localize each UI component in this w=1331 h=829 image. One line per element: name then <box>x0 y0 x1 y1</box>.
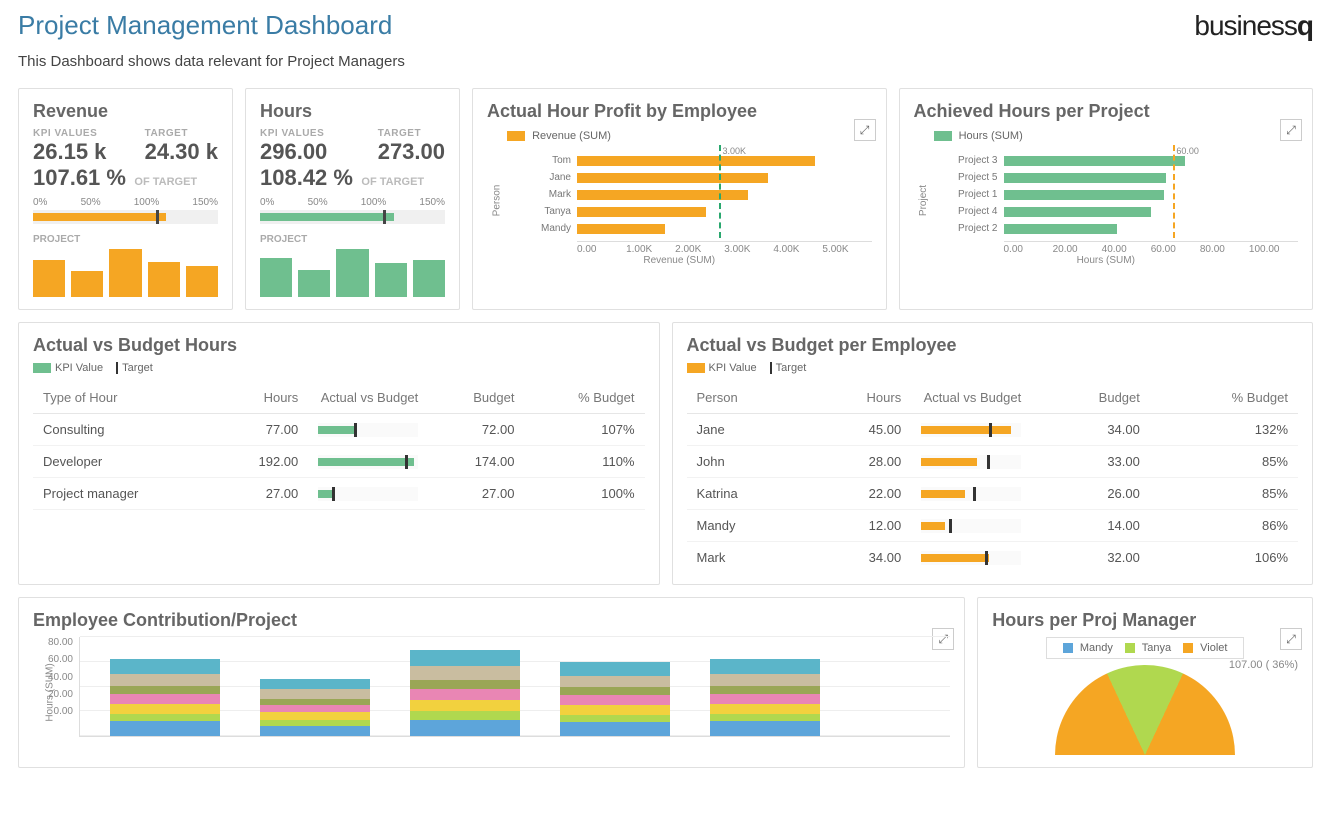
target-label: TARGET <box>378 128 445 139</box>
stacked-bar-chart: Hours (SUM) 0.0020.0040.0060.0080.00 <box>33 637 950 737</box>
kpi-revenue-percent: 107.61 % <box>33 165 126 191</box>
bar-row: Tanya <box>527 203 862 220</box>
chart-title: Employee Contribution/Project <box>33 610 950 631</box>
legend-swatch <box>687 363 705 373</box>
achieved-hours-card: Achieved Hours per Project ⤢ Hours (SUM)… <box>899 88 1314 310</box>
legend-swatch <box>934 131 952 141</box>
stack-column <box>410 650 520 736</box>
table-legend: KPI Value Target <box>687 362 1299 374</box>
of-target-label: OF TARGET <box>361 176 424 188</box>
pie-graphic <box>1055 665 1235 755</box>
bar-row: Mandy <box>527 220 862 237</box>
stack-column <box>260 679 370 737</box>
of-target-label: OF TARGET <box>134 176 197 188</box>
table-row: Mark34.0032.00106% <box>687 542 1299 573</box>
stack-column <box>110 659 220 737</box>
sparkline-label: PROJECT <box>33 234 218 245</box>
legend-target-mark <box>116 362 118 374</box>
table-row: Project manager27.0027.00100% <box>33 478 645 510</box>
table-title: Actual vs Budget per Employee <box>687 335 1299 356</box>
legend-target-mark <box>770 362 772 374</box>
target-label: TARGET <box>145 128 218 139</box>
table-legend: KPI Value Target <box>33 362 645 374</box>
sparkline-label: PROJECT <box>260 234 445 245</box>
stack-column <box>710 659 820 737</box>
x-axis: 0.001.00K2.00K3.00K4.00K5.00K <box>577 241 872 255</box>
bar-row: Jane <box>527 169 862 186</box>
avb-emp-table: PersonHoursActual vs BudgetBudget% Budge… <box>687 382 1299 572</box>
bullet-fill <box>260 213 394 221</box>
expand-icon[interactable]: ⤢ <box>1280 119 1302 141</box>
page-title: Project Management Dashboard <box>18 10 405 41</box>
chart-legend: Revenue (SUM) <box>507 130 872 142</box>
kpi-revenue-card: Revenue KPI VALUES 26.15 k TARGET 24.30 … <box>18 88 233 310</box>
kpi-hours-value: 296.00 <box>260 139 327 165</box>
hours-per-manager-card: Hours per Proj Manager ⤢ Mandy Tanya Vio… <box>977 597 1313 768</box>
kpi-revenue-target: 24.30 k <box>145 139 218 165</box>
pie-legend: Mandy Tanya Violet <box>1046 637 1245 659</box>
x-axis: 0.0020.0040.0060.0080.00100.00 <box>1004 241 1299 255</box>
expand-icon[interactable]: ⤢ <box>854 119 876 141</box>
bar-row: Mark <box>527 186 862 203</box>
chart-legend: Hours (SUM) <box>934 130 1299 142</box>
y-axis: 0.0020.0040.0060.0080.00 <box>33 637 73 717</box>
y-axis-label: Project <box>918 184 929 215</box>
x-axis-label: Hours (SUM) <box>914 255 1299 266</box>
actual-vs-budget-hours-card: Actual vs Budget Hours KPI Value Target … <box>18 322 660 585</box>
revenue-bullet-chart <box>33 210 218 224</box>
page-subtitle: This Dashboard shows data relevant for P… <box>18 53 405 70</box>
kpi-hours-title: Hours <box>260 101 445 122</box>
legend-swatch <box>507 131 525 141</box>
table-title: Actual vs Budget Hours <box>33 335 645 356</box>
kpi-hours-target: 273.00 <box>378 139 445 165</box>
profit-barchart: Person TomJaneMarkTanyaMandy3.00K <box>487 148 872 241</box>
logo: businessq <box>1194 10 1313 42</box>
achieved-barchart: Project Project 3Project 5Project 1Proje… <box>914 148 1299 241</box>
bullet-ticks: 0%50%100%150% <box>33 197 218 208</box>
table-row: Consulting77.0072.00107% <box>33 414 645 446</box>
chart-title: Actual Hour Profit by Employee <box>487 101 872 122</box>
kpi-hours-card: Hours KPI VALUES 296.00 TARGET 273.00 10… <box>245 88 460 310</box>
bar-row: Project 4 <box>954 203 1289 220</box>
kpi-revenue-title: Revenue <box>33 101 218 122</box>
table-row: Jane45.0034.00132% <box>687 414 1299 446</box>
bullet-target-mark <box>383 210 386 224</box>
chart-title: Achieved Hours per Project <box>914 101 1299 122</box>
revenue-sparkline <box>33 249 218 297</box>
bullet-target-mark <box>156 210 159 224</box>
table-row: Developer192.00174.00110% <box>33 446 645 478</box>
pie-slice-label: 107.00 ( 36%) <box>1229 659 1298 671</box>
y-axis-label: Person <box>491 184 502 216</box>
avb-hours-table: Type of HourHoursActual vs BudgetBudget%… <box>33 382 645 510</box>
pie-chart: Mandy Tanya Violet 107.00 ( 36%) <box>992 637 1298 755</box>
kpi-hours-percent: 108.42 % <box>260 165 353 191</box>
profit-by-employee-card: Actual Hour Profit by Employee ⤢ Revenue… <box>472 88 887 310</box>
kpi-label: KPI VALUES <box>260 128 327 139</box>
stack-column <box>560 662 670 736</box>
table-row: Katrina22.0026.0085% <box>687 478 1299 510</box>
contribution-card: Employee Contribution/Project ⤢ Hours (S… <box>18 597 965 768</box>
legend-swatch <box>33 363 51 373</box>
kpi-revenue-value: 26.15 k <box>33 139 106 165</box>
bar-row: Project 2 <box>954 220 1289 237</box>
bar-row: Project 1 <box>954 186 1289 203</box>
hours-sparkline <box>260 249 445 297</box>
table-row: Mandy12.0014.0086% <box>687 510 1299 542</box>
bar-row: Project 5 <box>954 169 1289 186</box>
actual-vs-budget-employee-card: Actual vs Budget per Employee KPI Value … <box>672 322 1314 585</box>
kpi-label: KPI VALUES <box>33 128 106 139</box>
bar-row: Tom <box>527 152 862 169</box>
bar-row: Project 3 <box>954 152 1289 169</box>
chart-title: Hours per Proj Manager <box>992 610 1298 631</box>
bullet-fill <box>33 213 166 221</box>
hours-bullet-chart <box>260 210 445 224</box>
expand-icon[interactable]: ⤢ <box>1280 628 1302 650</box>
table-row: John28.0033.0085% <box>687 446 1299 478</box>
stacked-plot <box>79 637 950 737</box>
x-axis-label: Revenue (SUM) <box>487 255 872 266</box>
bullet-ticks: 0%50%100%150% <box>260 197 445 208</box>
